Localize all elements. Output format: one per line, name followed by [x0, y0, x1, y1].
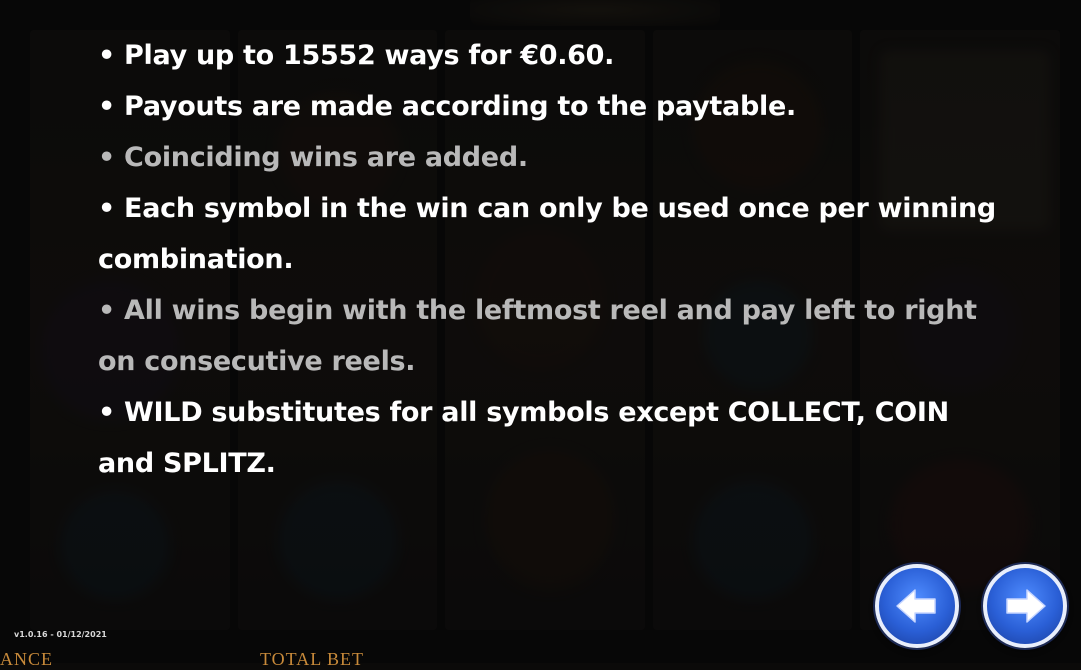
- rule-item: • Play up to 15552 ways for €0.60.: [98, 40, 615, 71]
- total-bet-label: TOTAL BET: [260, 649, 365, 669]
- arrow-left-icon: [896, 589, 936, 623]
- previous-page-button[interactable]: [875, 564, 959, 648]
- rules-list: • Play up to 15552 ways for €0.60. • Pay…: [98, 30, 998, 489]
- rule-item: • Coinciding wins are added.: [98, 142, 528, 173]
- arrow-right-icon: [1006, 589, 1046, 623]
- rule-item: • Each symbol in the win can only be use…: [98, 193, 996, 275]
- rule-item: • WILD substitutes for all symbols excep…: [98, 397, 949, 479]
- balance-label: ANCE: [0, 649, 53, 669]
- version-label: v1.0.16 - 01/12/2021: [14, 630, 107, 639]
- next-page-button[interactable]: [983, 564, 1067, 648]
- rule-item: • Payouts are made according to the payt…: [98, 91, 796, 122]
- rule-item: • All wins begin with the leftmost reel …: [98, 295, 977, 377]
